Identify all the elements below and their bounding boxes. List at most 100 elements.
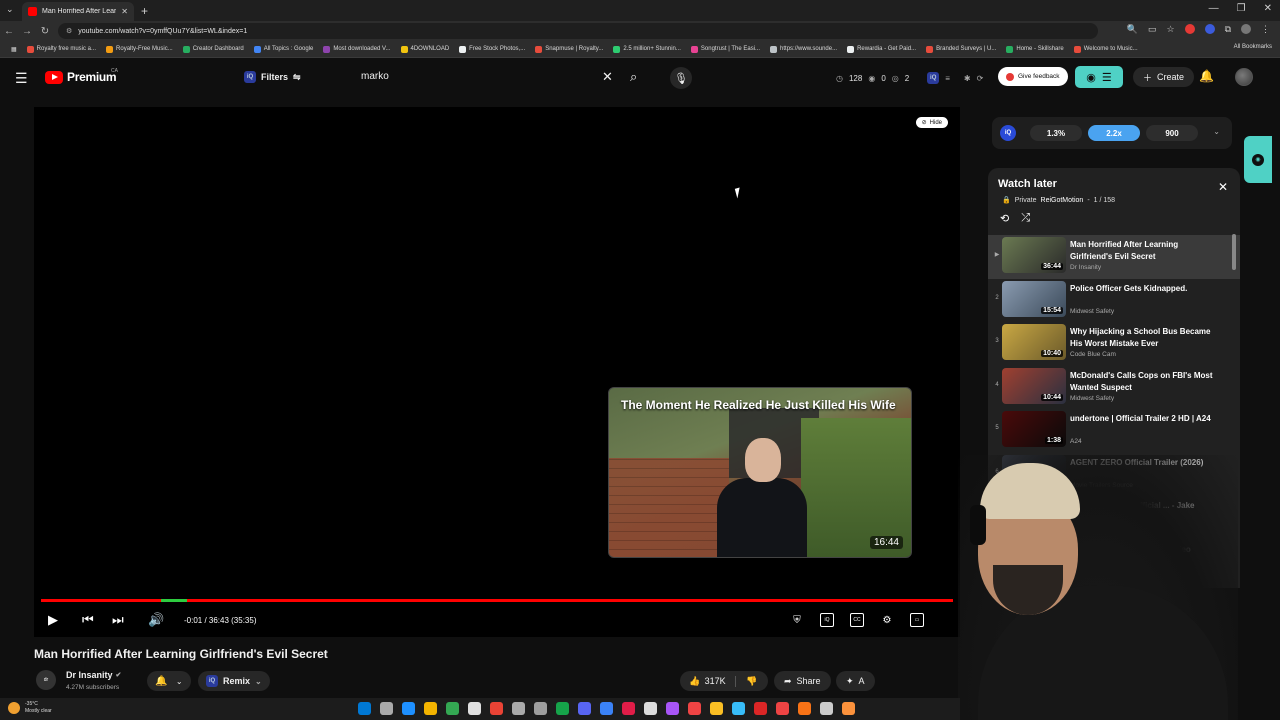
browser-tab-active[interactable]: Man Horrified After Learning Gi ✕ [22, 2, 134, 21]
shuffle-icon[interactable]: ⤮ [1021, 212, 1030, 225]
playlist-item[interactable]: 4 10:44 McDonald's Calls Cops on FBI's Mos… [988, 366, 1240, 410]
taskbar-app-icon[interactable] [358, 702, 371, 715]
bookmark-item[interactable]: Creator Dashboard [178, 45, 249, 53]
close-playlist-icon[interactable]: ✕ [1218, 180, 1228, 194]
bookmark-item[interactable]: Most downloaded V... [318, 45, 395, 53]
bookmark-item[interactable]: Snapmuse | Royalty... [530, 45, 608, 53]
bookmark-item[interactable]: Welcome to Music... [1069, 45, 1143, 53]
apps-grid-icon[interactable]: ▦ [6, 46, 22, 53]
extension-panel-button[interactable]: ◉ ☰ [1075, 66, 1123, 88]
taskbar-app-icon[interactable] [446, 702, 459, 715]
taskbar-app-icon[interactable] [754, 702, 767, 715]
bookmark-item[interactable]: All Topics : Google [249, 45, 319, 53]
tab-search-icon[interactable]: ⌄ [6, 4, 14, 15]
ask-button[interactable]: ✦ A [836, 671, 875, 691]
back-icon[interactable]: ← [0, 26, 18, 37]
volume-icon[interactable]: 🔊 [148, 612, 164, 628]
microphone-icon[interactable]: 🎙 [670, 67, 692, 89]
notifications-bell-icon[interactable]: 🔔 [1199, 69, 1214, 83]
playlist-scrollbar[interactable] [1232, 234, 1236, 270]
minimize-icon[interactable]: — [1209, 3, 1219, 14]
taskbar-app-icon[interactable] [710, 702, 723, 715]
iq-logo-icon[interactable]: iQ [1000, 125, 1016, 141]
hide-button[interactable]: ⊘ Hide [915, 117, 948, 128]
remix-button[interactable]: iQ Remix ⌄ [198, 671, 270, 691]
bookmark-item[interactable]: Branded Surveys | U... [921, 45, 1001, 53]
taskbar-app-icon[interactable] [798, 702, 811, 715]
bookmark-item[interactable]: Royalty free music a... [22, 45, 101, 53]
bookmark-item[interactable]: Home - Skillshare [1001, 45, 1068, 53]
settings-gear-icon[interactable]: ⚙ [880, 613, 894, 627]
iq-player-icon[interactable]: iQ [820, 613, 834, 627]
hamburger-menu-icon[interactable]: ☰ [15, 70, 28, 87]
bookmark-item[interactable]: Songtrust | The Easi... [686, 45, 765, 53]
forward-icon[interactable]: → [18, 26, 36, 37]
profile-icon[interactable] [1241, 24, 1251, 34]
extensions-puzzle-icon[interactable]: ⧉ [1225, 24, 1231, 35]
account-avatar[interactable] [1235, 68, 1253, 86]
search-icon[interactable]: ⌕ [630, 69, 637, 85]
extension-blue-icon[interactable] [1204, 24, 1215, 34]
bug-icon[interactable]: ✱ [964, 74, 971, 83]
list-icon[interactable]: ≡ [945, 74, 950, 83]
shield-icon[interactable]: ⛨ [790, 613, 804, 627]
taskbar-app-icon[interactable] [622, 702, 635, 715]
address-bar[interactable]: ⚙ youtube.com/watch?v=0ymffQUu7Y&list=WL… [58, 23, 1098, 39]
taskbar-app-icon[interactable] [512, 702, 525, 715]
youtube-logo[interactable]: Premium [45, 70, 117, 84]
site-info-icon[interactable]: ⚙ [66, 27, 72, 35]
taskbar-app-icon[interactable] [534, 702, 547, 715]
bookmark-star-icon[interactable]: ☆ [1166, 24, 1174, 35]
share-button[interactable]: ➦ Share [774, 671, 831, 691]
playlist-item[interactable]: 2 15:54 Police Officer Gets Kidnapped. Midw… [988, 279, 1240, 323]
close-window-icon[interactable]: ✕ [1264, 3, 1272, 14]
taskbar-app-icon[interactable] [424, 702, 437, 715]
iq-pill-count[interactable]: 900 [1146, 125, 1198, 141]
bookmark-item[interactable]: Free Stock Photos,... [454, 45, 530, 53]
all-bookmarks-link[interactable]: All Bookmarks [1234, 44, 1272, 50]
captions-icon[interactable]: CC [850, 613, 864, 627]
playlist-owner[interactable]: ReiGotMotion [1041, 197, 1084, 204]
taskbar-app-icon[interactable] [776, 702, 789, 715]
new-tab-icon[interactable]: + [141, 4, 148, 18]
taskbar-app-icon[interactable] [380, 702, 393, 715]
filters-button[interactable]: iQ Filters ⇋ [244, 71, 301, 83]
progress-bar[interactable] [41, 599, 953, 602]
taskbar-app-icon[interactable] [468, 702, 481, 715]
taskbar-app-icon[interactable] [820, 702, 833, 715]
end-screen-video-card[interactable]: The Moment He Realized He Just Killed Hi… [608, 387, 912, 558]
miniplayer-icon[interactable]: ▭ [910, 613, 924, 627]
iq-pill-percent[interactable]: 1.3% [1030, 125, 1082, 141]
bookmark-item[interactable]: Rewardia - Get Paid... [842, 45, 921, 53]
extension-side-tab[interactable]: ◉ [1244, 136, 1272, 183]
play-icon[interactable]: ▶ [48, 612, 58, 628]
sync-icon[interactable]: ⟳ [977, 74, 984, 83]
close-tab-icon[interactable]: ✕ [121, 7, 128, 16]
search-input[interactable]: marko [361, 71, 389, 82]
iq-small-icon[interactable]: iQ [927, 72, 940, 84]
playlist-item[interactable]: 5 1:38 undertone | Official Trailer 2 HD |… [988, 409, 1240, 453]
bookmark-item[interactable]: Royalty-Free Music... [101, 45, 178, 53]
zoom-icon[interactable]: 🔍 [1127, 24, 1138, 35]
channel-name[interactable]: Dr Insanity ✔ [66, 670, 121, 680]
next-icon[interactable]: ⏭ [112, 612, 124, 628]
taskbar-app-icon[interactable] [732, 702, 745, 715]
clear-search-icon[interactable]: ✕ [602, 69, 613, 85]
taskbar-app-icon[interactable] [490, 702, 503, 715]
iq-pill-multiplier[interactable]: 2.2x [1088, 125, 1140, 141]
bookmark-item[interactable]: 4DOWNLOAD [396, 45, 455, 53]
taskbar-app-icon[interactable] [600, 702, 613, 715]
give-feedback-button[interactable]: Give feedback [998, 67, 1068, 86]
bookmark-item[interactable]: 2.5 million+ Stunnin... [608, 45, 686, 53]
taskbar-app-icon[interactable] [402, 702, 415, 715]
browser-menu-icon[interactable]: ⋮ [1261, 24, 1270, 35]
chevron-down-icon[interactable]: ⌄ [1213, 127, 1220, 136]
playlist-item[interactable]: 3 10:40 Why Hijacking a School Bus Became … [988, 322, 1240, 366]
create-button[interactable]: ＋ Create [1133, 67, 1195, 87]
playlist-item[interactable]: ▶ 36:44 Man Horrified After Learning Girlf… [988, 235, 1240, 279]
channel-avatar[interactable]: dr [36, 670, 56, 690]
extension-red-icon[interactable] [1184, 24, 1195, 34]
taskbar-app-icon[interactable] [666, 702, 679, 715]
previous-icon[interactable]: ⏮ [82, 612, 94, 628]
video-player[interactable]: ⊘ Hide The Moment He Realized He Just Ki… [34, 107, 960, 637]
